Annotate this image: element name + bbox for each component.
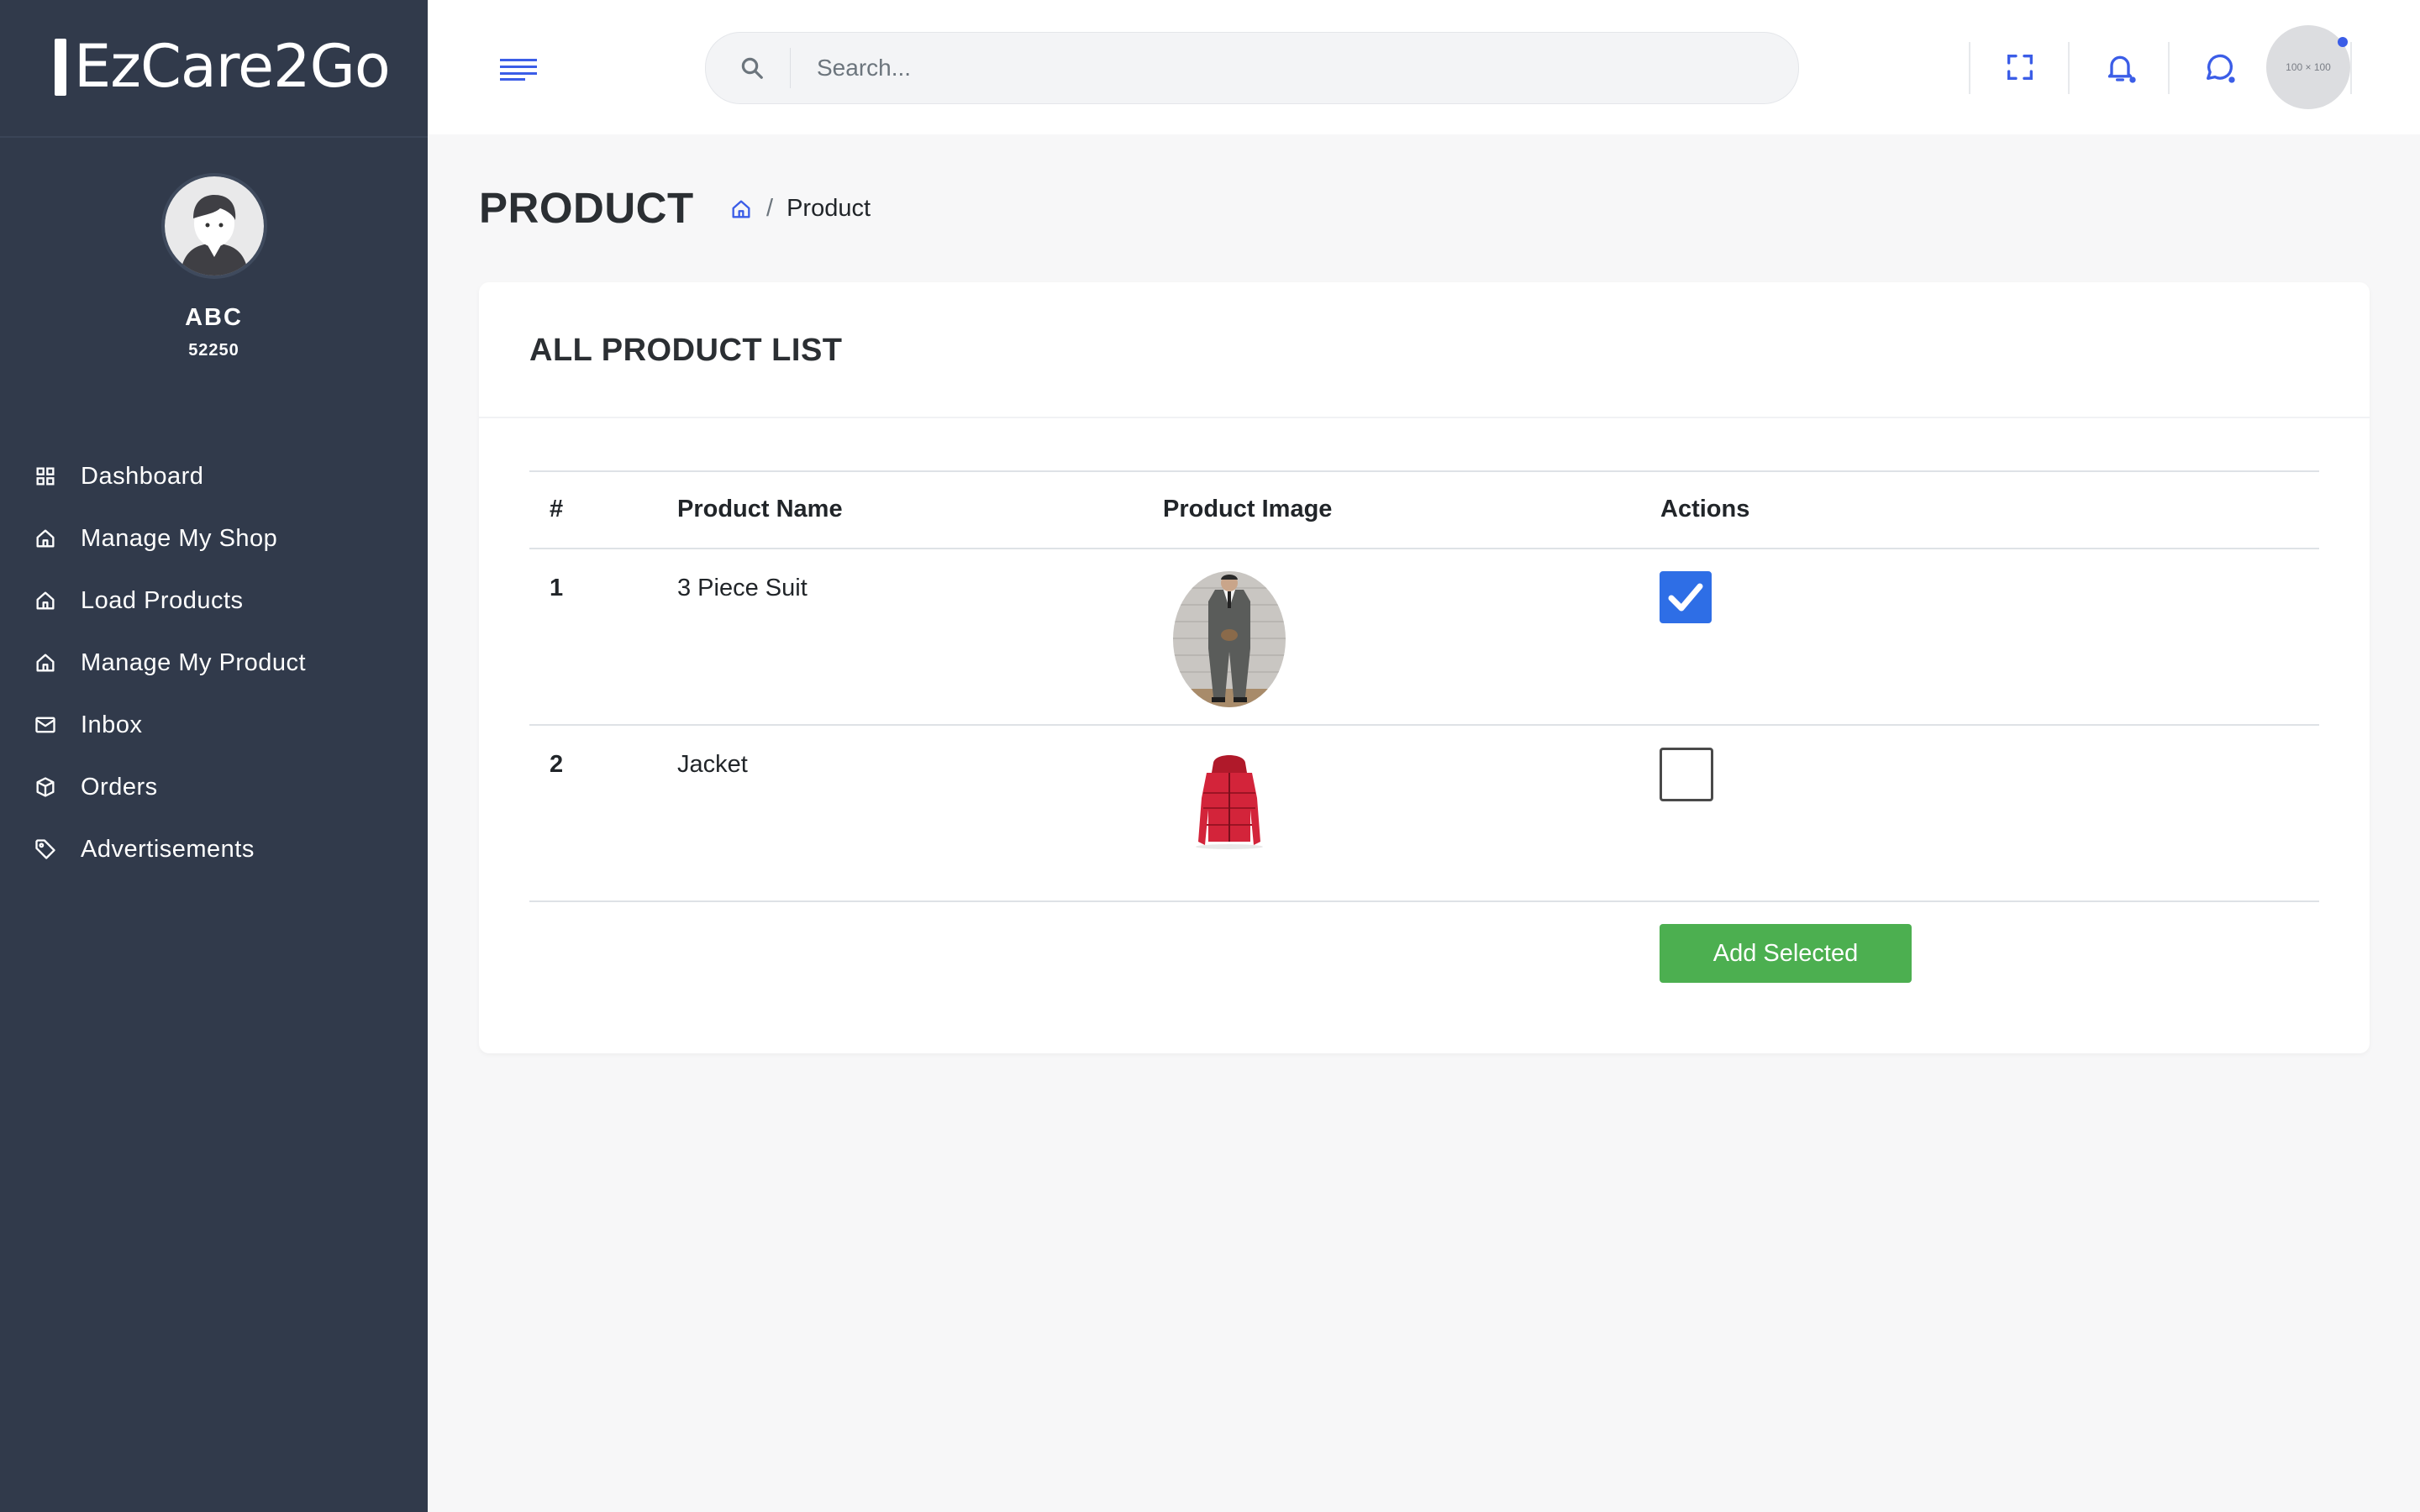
sidebar-item-orders[interactable]: Orders [0,756,428,818]
select-checkbox[interactable] [1660,748,1713,801]
menu-toggle-icon[interactable] [500,59,537,81]
jacket-image-graphic [1173,748,1286,884]
sidebar-item-inbox[interactable]: Inbox [0,694,428,756]
grid-icon [34,465,57,488]
select-checkbox[interactable] [1660,571,1712,623]
bell-icon[interactable] [2103,50,2137,84]
sidebar-item-label: Dashboard [81,462,204,490]
table-border [529,724,2319,726]
mail-icon [34,713,57,737]
page-title: PRODUCT [479,184,694,232]
brand-bar [55,39,66,96]
user-avatar[interactable] [165,176,264,276]
breadcrumb-separator: / [766,195,774,222]
sidebar-item-label: Inbox [81,711,143,738]
sidebar-item-manage-my-product[interactable]: Manage My Product [0,632,428,694]
topbar-divider [2350,42,2352,94]
product-list-card: ALL PRODUCT LIST # Product Name Product … [479,282,2370,1053]
table-border [529,470,2319,472]
card-divider [479,417,2370,418]
table-border [529,900,2319,902]
search-bar [705,32,1799,104]
fullscreen-icon[interactable] [2003,50,2037,84]
sidebar-item-dashboard[interactable]: Dashboard [0,445,428,507]
card-title: ALL PRODUCT LIST [529,333,843,368]
sidebar-item-label: Manage My Shop [81,524,278,552]
add-selected-button[interactable]: Add Selected [1660,924,1912,983]
sidebar-item-manage-my-shop[interactable]: Manage My Shop [0,507,428,570]
chat-icon[interactable] [2202,50,2236,84]
box-icon [34,775,57,799]
sidebar-item-advertisements[interactable]: Advertisements [0,818,428,880]
home-icon [34,651,57,675]
breadcrumb: / Product [729,195,871,223]
sidebar: EzCare2Go ABC 52250 Dashboard Manage My … [0,0,428,1512]
brand-logo[interactable]: EzCare2Go [0,0,428,138]
sidebar-item-label: Load Products [81,586,244,614]
topbar-divider [2068,42,2070,94]
sidebar-item-label: Manage My Product [81,648,307,676]
search-icon[interactable] [739,55,765,81]
row-number: 2 [550,751,564,778]
suit-image [1173,571,1286,707]
breadcrumb-current: Product [786,195,871,222]
home-icon[interactable] [729,197,753,221]
user-id: 52250 [188,341,239,360]
tag-icon [34,837,57,861]
column-header-product-image: Product Image [1163,496,1333,522]
search-input[interactable] [815,33,1743,103]
column-header-product-name: Product Name [677,496,843,522]
sidebar-item-load-products[interactable]: Load Products [0,570,428,632]
jacket-image [1173,748,1286,884]
row-number: 1 [550,575,564,601]
sidebar-item-label: Orders [81,773,158,801]
table-border [529,548,2319,549]
search-divider [790,48,791,88]
checkmark-icon [1668,583,1703,612]
suit-image-graphic [1173,571,1286,707]
topbar-divider [1969,42,1970,94]
sidebar-item-label: Advertisements [81,835,255,863]
user-avatar-icon [165,176,264,276]
brand-name: EzCare2Go [74,32,391,101]
product-name: 3 Piece Suit [677,575,808,601]
topbar-divider [2168,42,2170,94]
home-icon [34,527,57,550]
topbar: 100 × 100 [428,0,2420,134]
profile-avatar[interactable]: 100 × 100 [2266,25,2350,109]
column-header-actions: Actions [1660,496,1750,522]
online-status-dot [2338,37,2348,47]
sidebar-nav: Dashboard Manage My Shop Load Products M… [0,445,428,880]
user-name: ABC [185,304,243,331]
product-name: Jacket [677,751,748,778]
column-header-number: # [550,496,564,522]
home-icon [34,589,57,612]
